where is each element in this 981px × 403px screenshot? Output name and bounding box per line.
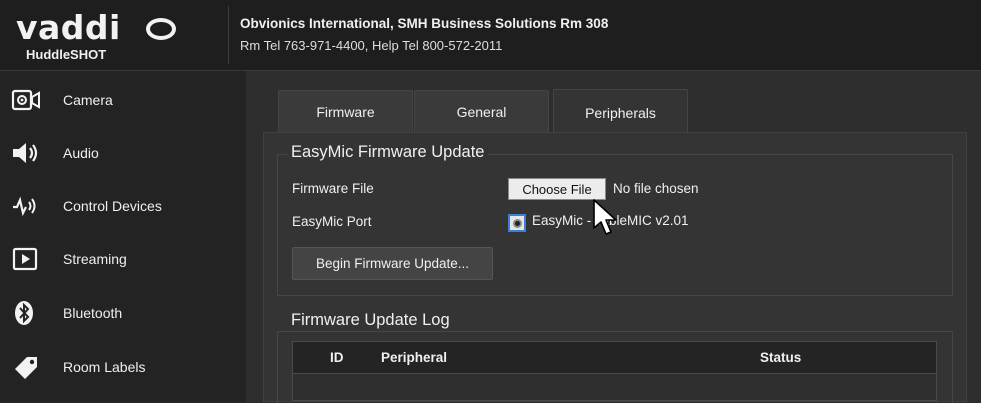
sidebar-item-label: Bluetooth [63, 305, 123, 321]
tab-firmware[interactable]: Firmware [278, 90, 413, 132]
speaker-icon [11, 138, 41, 168]
sidebar-item-label: Control Devices [63, 198, 162, 214]
control-devices-icon [11, 191, 41, 221]
log-legend: Firmware Update Log [287, 311, 454, 330]
sidebar-item-audio[interactable]: Audio [0, 127, 246, 179]
bluetooth-icon [11, 298, 41, 328]
tab-general[interactable]: General [414, 90, 549, 132]
choose-file-button[interactable]: Choose File [508, 178, 606, 200]
sidebar-item-streaming[interactable]: Streaming [0, 233, 246, 285]
table-header-row: ID Peripheral Status [293, 342, 936, 374]
play-icon [11, 244, 41, 274]
radio-selected-dot [512, 218, 522, 228]
begin-firmware-update-button[interactable]: Begin Firmware Update... [292, 247, 493, 280]
sidebar-item-label: Room Labels [63, 359, 146, 375]
firmware-log-table: ID Peripheral Status [292, 341, 937, 401]
sidebar-item-camera[interactable]: Camera [0, 74, 246, 126]
firmware-file-label: Firmware File [292, 181, 374, 196]
mouse-pointer-icon [593, 199, 617, 235]
camera-icon [11, 85, 41, 115]
column-peripheral: Peripheral [381, 350, 448, 365]
logo-wordmark: vaddi [16, 8, 121, 47]
easymic-port-label: EasyMic Port [292, 214, 372, 229]
sidebar-item-label: Camera [63, 92, 113, 108]
sidebar-item-label: Streaming [63, 251, 127, 267]
sidebar-nav: Camera Audio Control Devices Streaming B… [0, 71, 246, 402]
no-file-text: No file chosen [613, 181, 699, 196]
easymic-legend: EasyMic Firmware Update [287, 143, 489, 162]
tag-icon [11, 352, 41, 382]
column-status: Status [760, 350, 802, 365]
sidebar-item-bluetooth[interactable]: Bluetooth [0, 287, 246, 339]
tab-peripherals[interactable]: Peripherals [553, 89, 688, 135]
product-name: HuddleSHOT [26, 47, 107, 62]
logo-o-icon [146, 18, 176, 40]
column-id: ID [330, 350, 344, 365]
sidebar-item-label: Audio [63, 145, 99, 161]
header-divider [228, 6, 229, 64]
room-organization: Obvionics International, SMH Business So… [240, 16, 609, 31]
vaddio-logo[interactable]: vaddi HuddleSHOT [16, 6, 216, 66]
sidebar-item-room-labels[interactable]: Room Labels [0, 341, 246, 393]
room-phone-info: Rm Tel 763-971-4400, Help Tel 800-572-20… [240, 38, 503, 53]
app-header: vaddi HuddleSHOT Obvionics International… [0, 0, 981, 71]
sidebar-item-control-devices[interactable]: Control Devices [0, 180, 246, 232]
easymic-port-radio[interactable] [508, 214, 526, 232]
